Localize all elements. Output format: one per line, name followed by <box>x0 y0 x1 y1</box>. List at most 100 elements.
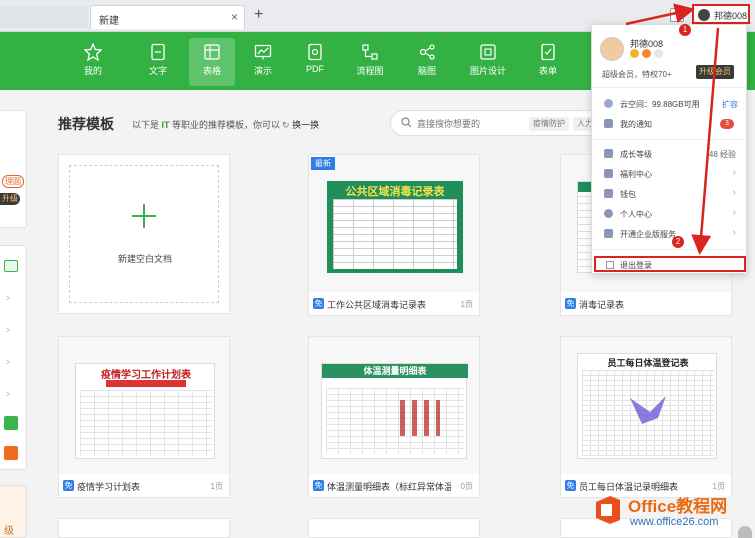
vip-badge-icon <box>630 49 639 58</box>
search-input[interactable] <box>417 116 527 131</box>
chevron-right-icon[interactable]: › <box>6 292 10 304</box>
nav-form[interactable]: 表单 <box>525 38 571 86</box>
nav-label: 我的 <box>83 66 102 76</box>
card-pages: 1页 <box>460 300 473 309</box>
tab-new[interactable]: 新建 × <box>90 5 245 29</box>
cloud-icon <box>604 99 613 108</box>
nav-pdf[interactable]: PDF <box>292 38 338 86</box>
template-card[interactable]: 体温测量明细表 免 体温测量明细表（标红异常体温... 0页 <box>308 336 480 498</box>
blank-card-label: 新建空白文档 <box>117 254 172 264</box>
nav-label: PDF <box>306 64 324 74</box>
template-card[interactable]: 员工每日体温登记表 免 员工每日体温记录明细表 1页 <box>560 336 732 498</box>
divider <box>592 87 746 88</box>
nav-label: 流程图 <box>356 66 384 76</box>
star-icon <box>84 43 102 61</box>
nav-flowchart[interactable]: 流程图 <box>347 38 393 86</box>
nav-presentation[interactable]: 演示 <box>240 38 286 86</box>
card-pages: 0页 <box>460 482 473 491</box>
notification-count-badge: 3 <box>720 119 734 129</box>
nav-sheet[interactable]: 表格 <box>189 38 235 86</box>
sidebar-promo: 理圆 升级 <box>0 110 27 228</box>
mindmap-icon <box>419 44 435 60</box>
watermark: Office教程网 www.office26.com <box>588 490 752 536</box>
nav-mindmap[interactable]: 脑图 <box>404 38 450 86</box>
watermark-url: www.office26.com <box>630 516 719 528</box>
flowchart-icon <box>362 44 378 60</box>
card-title[interactable]: 体温测量明细表（标红异常体温... <box>327 480 451 493</box>
card-title[interactable]: 消毒记录表 <box>579 298 624 311</box>
template-card[interactable] <box>58 518 230 538</box>
nav-label: 表单 <box>538 66 557 76</box>
thumb-sheet: 公共区域消毒记录表 <box>327 181 463 273</box>
form-icon <box>541 43 555 61</box>
app-icon[interactable] <box>4 446 18 460</box>
template-card[interactable] <box>308 518 480 538</box>
table-icon <box>204 44 220 60</box>
career-mark[interactable]: IT <box>162 120 170 130</box>
scroll-top-button[interactable] <box>738 526 752 538</box>
new-blank-document-card[interactable]: 新建空白文档 <box>58 154 230 314</box>
refresh-label: 换一换 <box>292 120 320 130</box>
chevron-right-icon[interactable]: › <box>6 356 10 368</box>
menu-label: 成长等级 <box>620 150 652 159</box>
chevron-right-icon: › <box>732 207 736 218</box>
window-icon[interactable] <box>670 8 684 22</box>
thumb-sheet: 疫情学习工作计划表 <box>75 363 215 459</box>
new-tab-button[interactable]: + <box>254 6 263 24</box>
annotation-step-1: 1 <box>679 24 691 36</box>
menu-enterprise-service[interactable]: 开通企业版服务 › <box>592 225 746 243</box>
new-badge: 最新 <box>311 157 335 170</box>
template-thumbnail: 体温测量明细表 <box>309 337 479 474</box>
nav-label: 演示 <box>253 66 272 76</box>
refresh-button[interactable]: ↻ 换一换 <box>282 118 319 131</box>
thumb-grid <box>333 199 457 269</box>
thumb-sheet: 体温测量明细表 <box>321 363 468 459</box>
menu-wallet[interactable]: 钱包 › <box>592 185 746 203</box>
menu-label: 钱包 <box>620 190 636 199</box>
menu-welfare-center[interactable]: 福利中心 › <box>592 165 746 183</box>
chevron-right-icon[interactable]: › <box>6 388 10 400</box>
user-account-button[interactable]: 邦德008 <box>692 4 750 24</box>
menu-growth-level[interactable]: 成长等级 48 经验 <box>592 145 746 163</box>
template-card[interactable]: 疫情学习工作计划表 免 疫情学习计划表 1页 <box>58 336 230 498</box>
nav-writer[interactable]: 文字 <box>135 38 181 86</box>
tab-close-icon[interactable]: × <box>231 10 238 24</box>
menu-label: 个人中心 <box>620 210 652 219</box>
card-footer: 免 疫情学习计划表 1页 <box>59 474 229 497</box>
nav-label: 文字 <box>148 66 167 76</box>
enterprise-icon <box>604 229 613 238</box>
search-tag[interactable]: 疫情防护 <box>529 117 569 131</box>
chevron-right-icon: › <box>732 187 736 198</box>
tab-home[interactable] <box>0 6 88 28</box>
chevron-right-icon: › <box>732 227 736 238</box>
nav-mine[interactable]: 我的 <box>70 38 116 86</box>
thumb-heading: 疫情学习工作计划表 <box>101 370 191 381</box>
chevron-right-icon[interactable]: › <box>6 324 10 336</box>
nav-image-design[interactable]: 图片设计 <box>465 38 511 86</box>
level-badge-icon <box>642 49 651 58</box>
menu-personal-center[interactable]: 个人中心 › <box>592 205 746 223</box>
card-footer: 免 消毒记录表 <box>561 292 731 315</box>
expand-storage-link[interactable]: 扩容 <box>722 99 738 110</box>
menu-label: 我的通知 <box>620 120 652 129</box>
person-icon <box>604 209 613 218</box>
free-badge: 免 <box>313 480 324 491</box>
layers-icon[interactable] <box>4 416 18 430</box>
card-title[interactable]: 工作公共区域消毒记录表 <box>327 298 426 311</box>
template-card[interactable]: 公共区域消毒记录表 最新 免 工作公共区域消毒记录表 1页 <box>308 154 480 316</box>
avatar[interactable] <box>600 37 624 61</box>
upgrade-member-button[interactable]: 升级会员 <box>696 65 734 79</box>
promo-tag: 理圆 <box>2 175 24 188</box>
level-text: 级 <box>4 526 14 537</box>
logout-button[interactable]: 退出登录 <box>594 256 746 272</box>
left-sidebar: 理圆 升级 › › › › 级 <box>0 90 33 538</box>
card-title[interactable]: 疫情学习计划表 <box>77 480 140 493</box>
sidebar-upgrade-button[interactable]: 升级 <box>0 193 20 205</box>
nav-label: 表格 <box>202 66 221 76</box>
medal-badge-icon <box>654 49 663 58</box>
sidebar-quick-list: › › › › <box>0 245 27 470</box>
subtitle-post: 等职业的推荐模板，你可以 <box>172 120 281 130</box>
sheet-icon[interactable] <box>4 260 18 272</box>
presentation-icon <box>254 44 272 60</box>
thumb-grid <box>80 390 212 456</box>
